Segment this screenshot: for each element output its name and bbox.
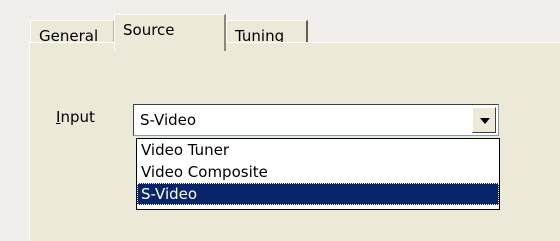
input-combobox-value: S-Video [140,111,197,129]
input-dropdown-list: Video Tuner Video Composite S-Video [136,138,500,210]
dropdown-option-s-video[interactable]: S-Video [137,183,499,205]
dropdown-option-video-tuner[interactable]: Video Tuner [137,139,499,161]
tab-strip: General Tuning Source [30,8,550,51]
dropdown-option-video-composite[interactable]: Video Composite [137,161,499,183]
tab-source[interactable]: Source [114,14,226,51]
chevron-down-icon [480,118,490,124]
input-label: Input [56,108,95,126]
dropdown-button[interactable] [472,107,496,133]
dialog: General Tuning Source Input S-Video Vide… [0,0,560,241]
input-combobox[interactable]: S-Video [133,104,499,136]
